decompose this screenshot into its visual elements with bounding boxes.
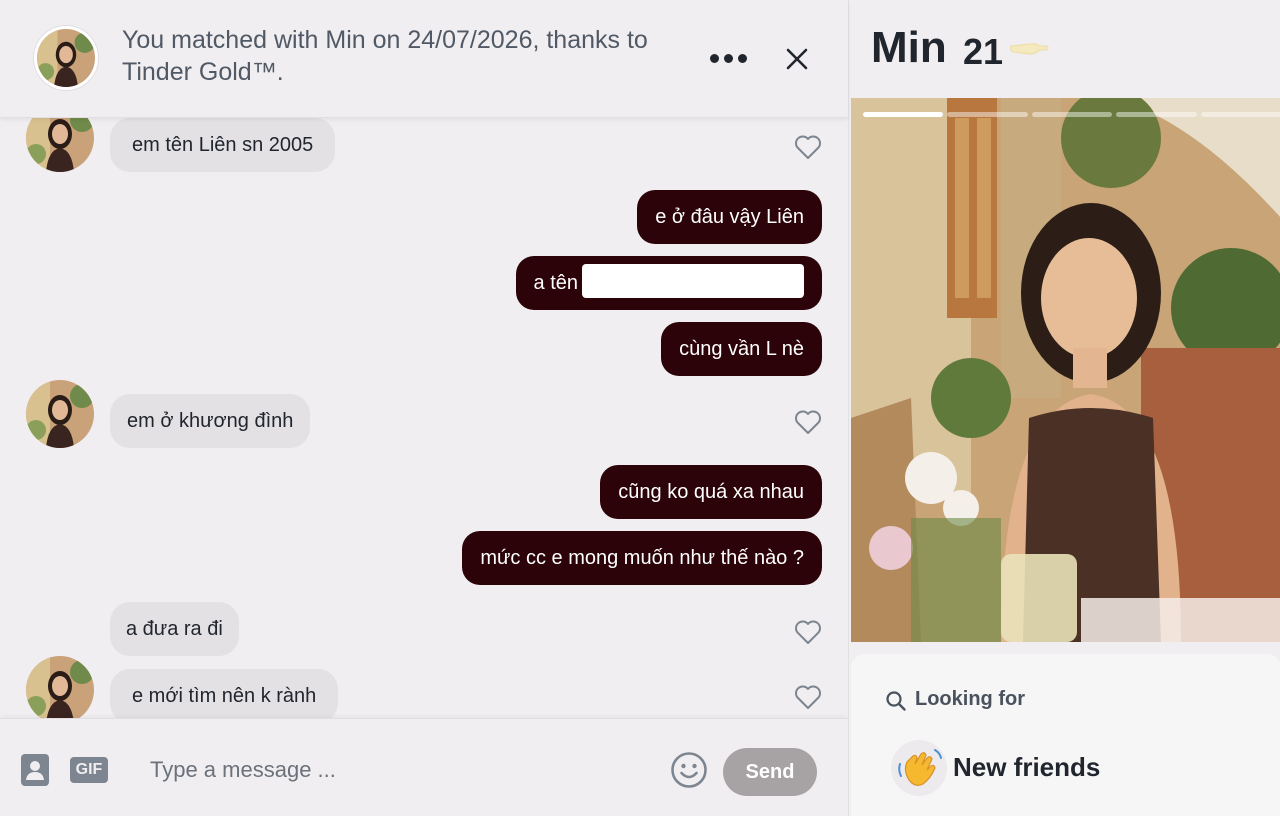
incoming-message: e mới tìm nên k rành: [110, 669, 339, 718]
sender-avatar[interactable]: [26, 118, 94, 172]
gif-button[interactable]: GIF: [70, 757, 108, 783]
chat-panel: You matched with Min on 24/07/2026, than…: [0, 0, 848, 816]
contact-card-icon[interactable]: [20, 753, 50, 787]
profile-panel: Min 21 Looking for New friends: [848, 0, 1280, 816]
search-icon: [885, 690, 907, 712]
match-info-text: You matched with Min on 24/07/2026, than…: [122, 26, 648, 86]
photo-bar[interactable]: [863, 112, 944, 117]
heart-icon[interactable]: [794, 134, 822, 160]
outgoing-message: a tên: [515, 256, 822, 310]
match-avatar[interactable]: [34, 26, 98, 90]
pointing-hand-icon: [1009, 38, 1049, 58]
chat-header: You matched with Min on 24/07/2026, than…: [0, 0, 848, 118]
profile-name: Min: [871, 23, 947, 72]
waving-hand-icon: [891, 740, 947, 796]
looking-for-card: Looking for New friends: [851, 654, 1280, 816]
message-input[interactable]: [136, 747, 636, 793]
photo-bar[interactable]: [1031, 112, 1113, 117]
looking-for-label: Looking for: [915, 688, 1025, 710]
send-button[interactable]: Send: [723, 748, 817, 796]
photo-bar[interactable]: [947, 112, 1028, 117]
incoming-message: a đưa ra đi: [110, 602, 239, 656]
message-text: a tên: [533, 272, 578, 294]
profile-photo[interactable]: [851, 98, 1280, 642]
outgoing-message: e ở đâu vậy Liên: [637, 190, 822, 244]
message-composer: GIF Send: [0, 718, 848, 816]
heart-icon[interactable]: [794, 619, 822, 645]
incoming-message: em ở khương đình: [110, 394, 311, 448]
sender-avatar[interactable]: [26, 656, 94, 718]
heart-icon[interactable]: [794, 409, 822, 435]
outgoing-message: mức cc e mong muốn như thế nào ?: [462, 531, 822, 585]
incoming-message: em tên Liên sn 2005: [110, 118, 336, 172]
profile-age: 21: [963, 31, 1004, 72]
message-list[interactable]: em tên Liên sn 2005 e ở đâu vậy Liên a t…: [0, 118, 848, 718]
looking-for-value: New friends: [953, 752, 1101, 782]
photo-bar[interactable]: [1116, 112, 1197, 117]
redacted-block: [582, 263, 804, 298]
emoji-icon[interactable]: [670, 751, 708, 789]
photo-progress-bars: [863, 112, 1280, 118]
outgoing-message: cùng vần L nè: [661, 322, 822, 376]
sender-avatar[interactable]: [26, 380, 94, 448]
outgoing-message: cũng ko quá xa nhau: [600, 465, 822, 519]
close-icon[interactable]: [778, 40, 816, 78]
heart-icon[interactable]: [794, 684, 822, 710]
more-options-icon[interactable]: [706, 40, 750, 76]
photo-bar[interactable]: [1200, 112, 1280, 117]
